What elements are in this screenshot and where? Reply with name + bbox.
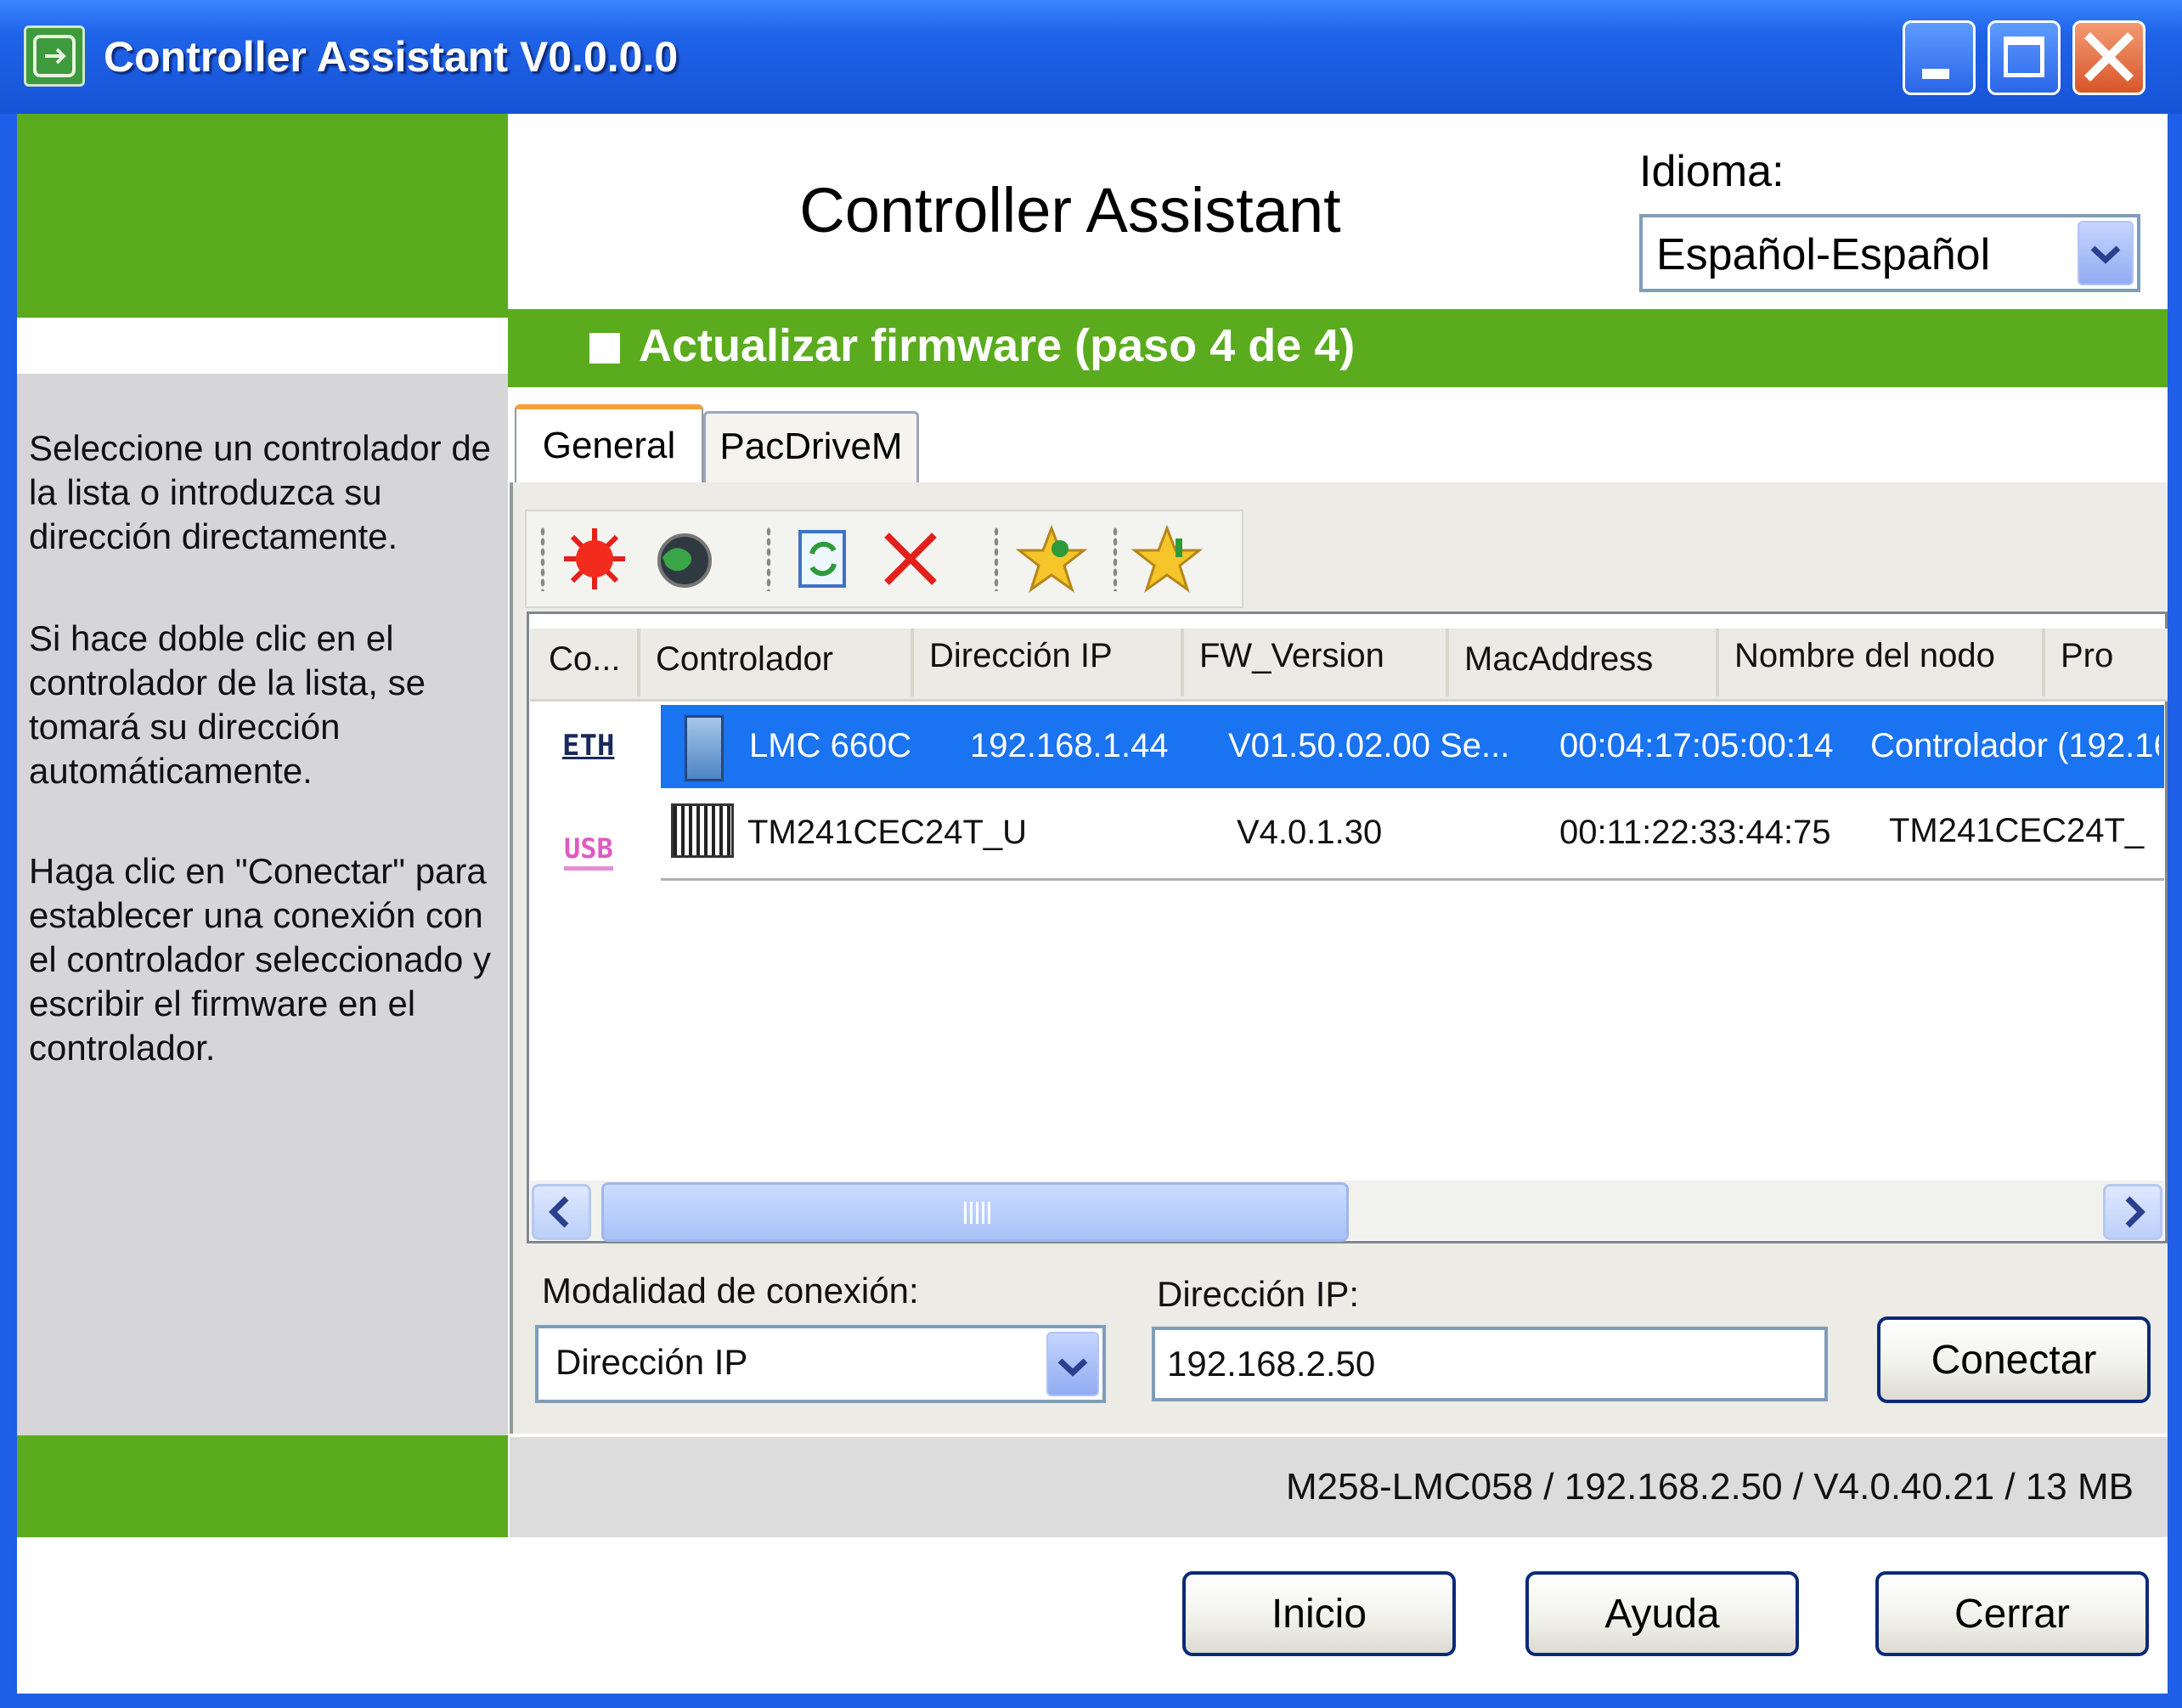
scroll-right-button[interactable]	[2103, 1184, 2162, 1240]
minimize-icon	[1922, 69, 1949, 79]
eth-connection-icon: ETH	[562, 729, 615, 763]
cell-controller: TM241CEC24T_U	[747, 814, 1028, 851]
refresh-button[interactable]	[788, 523, 860, 595]
delete-icon	[884, 533, 937, 585]
window-title: Controller Assistant V0.0.0.0	[104, 33, 679, 81]
minimize-button[interactable]	[1903, 20, 1976, 95]
maximize-button[interactable]	[1987, 20, 2061, 95]
close-window-button[interactable]	[2072, 20, 2145, 95]
close-icon	[2083, 31, 2134, 82]
scan-button[interactable]	[559, 523, 630, 595]
network-scan-button[interactable]	[646, 523, 717, 595]
step-title: Actualizar firmware (paso 4 de 4)	[639, 320, 1356, 371]
close-button[interactable]: Cerrar	[1875, 1571, 2149, 1656]
chevron-down-icon	[1057, 1358, 1088, 1377]
tab-pacdrivem-label: PacDriveM	[719, 426, 903, 467]
page-title: Controller Assistant	[799, 175, 1341, 245]
cell-node-name: TM241CEC24T_	[1889, 812, 2145, 849]
cell-ip: 192.168.1.44	[970, 727, 1169, 764]
connection-mode-select[interactable]: Dirección IP	[535, 1325, 1106, 1403]
column-header-connection[interactable]: Co...	[533, 629, 640, 696]
toolbar-grip[interactable]	[994, 527, 999, 591]
tab-general-label: General	[542, 425, 676, 466]
language-value: Español-Español	[1656, 230, 1991, 279]
help-text-connect: Haga clic en "Conectar" para establecer …	[29, 851, 491, 1068]
globe-icon	[657, 533, 712, 588]
grip-icon	[964, 1202, 991, 1224]
connection-mode-dropdown-button[interactable]	[1046, 1332, 1099, 1396]
cell-node-name: Controlador (192.16...	[1870, 727, 2159, 764]
app-window: Controller Assistant V0.0.0.0 Seleccione…	[0, 0, 2182, 1708]
language-dropdown-button[interactable]	[2078, 221, 2134, 285]
column-header-node-name[interactable]: Nombre del nodo	[1719, 629, 2045, 696]
maximize-icon	[2004, 37, 2044, 77]
toolbar-grip[interactable]	[540, 527, 545, 591]
connect-button[interactable]: Conectar	[1877, 1316, 2151, 1403]
add-favorite-button[interactable]	[1015, 523, 1088, 595]
ip-address-input[interactable]	[1152, 1327, 1828, 1401]
chevron-left-icon	[549, 1196, 569, 1228]
connection-mode-value: Dirección IP	[555, 1342, 748, 1382]
star-icon	[1130, 524, 1204, 593]
status-bar: M258-LMC058 / 192.168.2.50 / V4.0.40.21 …	[510, 1437, 2168, 1537]
column-header-pro[interactable]: Pro	[2045, 629, 2168, 696]
controller-module-icon	[671, 803, 734, 858]
column-header-ip[interactable]: Dirección IP	[914, 629, 1184, 696]
row-divider	[661, 878, 2164, 881]
language-label: Idioma:	[1639, 147, 1785, 196]
toolbar-grip[interactable]	[1113, 527, 1118, 591]
refresh-icon	[798, 530, 846, 588]
chevron-down-icon	[2090, 245, 2121, 264]
scan-star-icon	[564, 528, 625, 589]
usb-connection-icon: USB	[564, 832, 613, 871]
cell-fw-version: V01.50.02.00 Se...	[1228, 727, 1510, 764]
help-button[interactable]: Ayuda	[1525, 1571, 1799, 1656]
scroll-left-button[interactable]	[532, 1184, 591, 1240]
column-header-fw-version[interactable]: FW_Version	[1184, 629, 1449, 696]
tab-pacdrivem[interactable]: PacDriveM	[703, 411, 919, 482]
home-button[interactable]: Inicio	[1182, 1571, 1456, 1656]
column-header-mac[interactable]: MacAddress	[1449, 629, 1719, 696]
cell-controller: LMC 660C	[749, 727, 912, 764]
left-banner-bottom	[17, 1435, 508, 1537]
app-icon	[24, 25, 85, 87]
cell-mac: 00:11:22:33:44:75	[1559, 814, 1831, 851]
left-banner-top	[17, 114, 508, 318]
column-header-controller[interactable]: Controlador	[640, 629, 914, 696]
toolbar	[525, 510, 1243, 608]
scrollbar-thumb[interactable]	[601, 1182, 1349, 1242]
list-header: Co... Controlador Dirección IP FW_Versio…	[530, 629, 2168, 702]
toolbar-grip[interactable]	[766, 527, 771, 591]
status-text: M258-LMC058 / 192.168.2.50 / V4.0.40.21 …	[1286, 1466, 2134, 1508]
tab-general[interactable]: General	[515, 404, 703, 482]
delete-button[interactable]	[875, 523, 946, 595]
star-add-icon	[1015, 524, 1088, 593]
ip-address-label: Dirección IP:	[1157, 1274, 1360, 1314]
controller-device-icon	[685, 715, 724, 781]
help-text-doubleclick: Si hace doble clic en el controlador de …	[29, 618, 426, 791]
chevron-right-icon	[2125, 1196, 2145, 1228]
favorite-button[interactable]	[1130, 523, 1204, 595]
language-select[interactable]: Español-Español	[1639, 214, 2140, 292]
help-text-select: Seleccione un controlador de la lista o …	[29, 428, 492, 556]
cell-fw-version: V4.0.1.30	[1237, 814, 1383, 851]
step-bullet-icon	[589, 333, 620, 364]
connection-mode-label: Modalidad de conexión:	[542, 1271, 919, 1311]
cell-mac: 00:04:17:05:00:14	[1559, 727, 1834, 764]
